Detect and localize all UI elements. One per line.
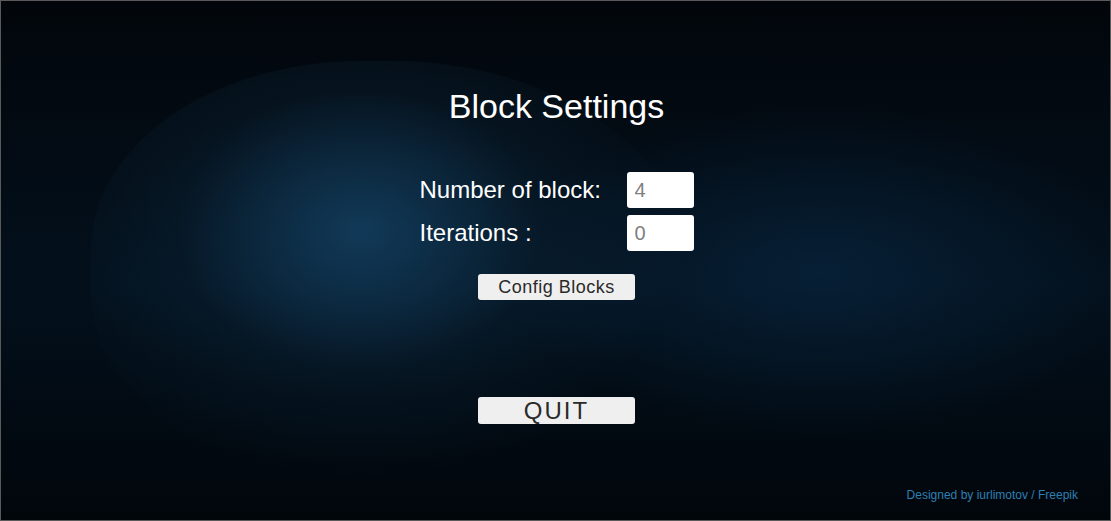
quit-button[interactable]: QUIT [478, 397, 635, 424]
page-heading: Block Settings [449, 85, 664, 127]
field-label: Iterations : [420, 215, 627, 251]
app-window: Block Settings Number of block: Iterations… [0, 0, 1111, 521]
number-input[interactable] [627, 172, 694, 208]
settings-panel: Block Settings Number of block: Iterations… [1, 1, 1110, 424]
credit-text: Designed by iurlimotov / Freepik [907, 488, 1078, 502]
field-label: Number of block: [420, 172, 627, 208]
config-blocks-button[interactable]: Config Blocks [478, 274, 635, 300]
number-input[interactable] [627, 215, 694, 251]
block-settings-form: Number of block: Iterations : [420, 172, 694, 251]
